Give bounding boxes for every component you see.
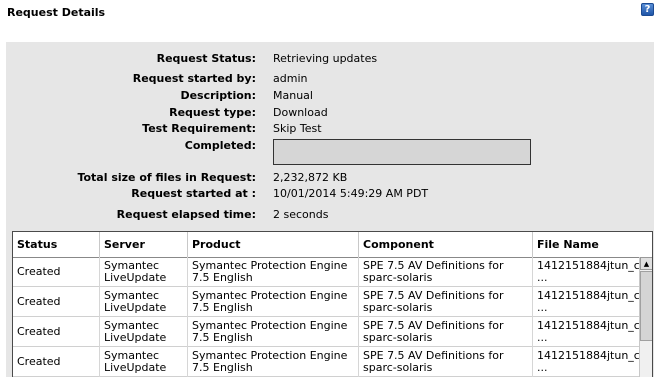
component-line: sparc-solaris [363, 331, 433, 344]
product-line: 7.5 English [192, 271, 253, 284]
server-line: LiveUpdate [104, 271, 167, 284]
file-name-line: 1412151884jtun_csa [537, 289, 639, 302]
elapsed-time-value: 2 seconds [273, 208, 329, 221]
request-started-at-row: Request started at : [0, 187, 256, 201]
request-type-row: Request type: [0, 106, 256, 120]
component-line: sparc-solaris [363, 301, 433, 314]
file-name-line: ... [537, 361, 548, 374]
file-name-line: ... [537, 301, 548, 314]
product-cell: Symantec Protection Engine 7.5 English [188, 317, 359, 347]
table-header: Status Server Product Component File Nam… [13, 232, 652, 258]
request-status-value: Retrieving updates [273, 52, 378, 65]
server-line: LiveUpdate [104, 361, 167, 374]
column-header-server[interactable]: Server [100, 232, 188, 257]
product-cell: Symantec Protection Engine 7.5 English [188, 347, 359, 377]
scrollbar-thumb[interactable] [640, 271, 652, 341]
total-size-row: Total size of files in Request: [0, 171, 256, 185]
file-name-line: ... [537, 331, 548, 344]
table-row[interactable]: Created Symantec LiveUpdate Symantec Prot… [13, 347, 639, 377]
request-started-at-label: Request started at : [131, 187, 256, 200]
component-cell: SPE 7.5 AV Definitions for sparc-solaris [359, 317, 533, 347]
file-name-line: 1412151884jtun_csa [537, 319, 639, 332]
server-cell: Symantec LiveUpdate [100, 257, 188, 287]
column-header-file-name[interactable]: File Name [533, 232, 652, 257]
status-cell: Created [13, 287, 100, 317]
request-status-label: Request Status: [156, 52, 256, 65]
file-name-cell: 1412151884jtun_csa... [533, 317, 639, 347]
request-started-at-value: 10/01/2014 5:49:29 AM PDT [273, 187, 429, 200]
completed-row: Completed: [0, 139, 256, 153]
product-cell: Symantec Protection Engine 7.5 English [188, 257, 359, 287]
request-started-by-row: Request started by: [0, 72, 256, 86]
completed-progress-bar [273, 139, 531, 165]
component-cell: SPE 7.5 AV Definitions for sparc-solaris [359, 347, 533, 377]
request-status-row: Request Status: [0, 52, 256, 66]
component-cell: SPE 7.5 AV Definitions for sparc-solaris [359, 257, 533, 287]
description-row: Description: [0, 89, 256, 103]
vertical-scrollbar[interactable]: ▲ [639, 257, 652, 377]
elapsed-time-row: Request elapsed time: [0, 208, 256, 222]
product-line: 7.5 English [192, 361, 253, 374]
server-line: LiveUpdate [104, 331, 167, 344]
server-line: LiveUpdate [104, 301, 167, 314]
request-started-by-value: admin [273, 72, 308, 85]
request-type-value: Download [273, 106, 328, 119]
file-name-cell: 1412151884jtun_csa... [533, 347, 639, 377]
table-row[interactable]: Created Symantec LiveUpdate Symantec Prot… [13, 257, 639, 287]
completed-label: Completed: [184, 139, 256, 152]
test-requirement-row: Test Requirement: [0, 122, 256, 136]
component-line: sparc-solaris [363, 361, 433, 374]
page-title: Request Details [7, 6, 106, 19]
total-size-value: 2,232,872 KB [273, 171, 348, 184]
server-cell: Symantec LiveUpdate [100, 317, 188, 347]
product-line: 7.5 English [192, 331, 253, 344]
product-cell: Symantec Protection Engine 7.5 English [188, 287, 359, 317]
scroll-up-arrow-icon[interactable]: ▲ [640, 257, 652, 270]
file-name-cell: 1412151884jtun_csa... [533, 257, 639, 287]
column-header-product[interactable]: Product [188, 232, 359, 257]
files-table: Status Server Product Component File Nam… [12, 231, 653, 377]
status-cell: Created [13, 257, 100, 287]
status-cell: Created [13, 347, 100, 377]
file-name-line: 1412151884jtun_csa [537, 259, 639, 272]
test-requirement-label: Test Requirement: [142, 122, 256, 135]
request-started-by-label: Request started by: [132, 72, 256, 85]
column-header-component[interactable]: Component [359, 232, 533, 257]
file-name-line: 1412151884jtun_csa [537, 349, 639, 362]
server-cell: Symantec LiveUpdate [100, 287, 188, 317]
server-cell: Symantec LiveUpdate [100, 347, 188, 377]
elapsed-time-label: Request elapsed time: [116, 208, 256, 221]
total-size-label: Total size of files in Request: [77, 171, 256, 184]
column-header-status[interactable]: Status [13, 232, 100, 257]
table-row[interactable]: Created Symantec LiveUpdate Symantec Prot… [13, 317, 639, 347]
description-label: Description: [180, 89, 256, 102]
product-line: 7.5 English [192, 301, 253, 314]
table-row[interactable]: Created Symantec LiveUpdate Symantec Prot… [13, 287, 639, 317]
request-type-label: Request type: [169, 106, 256, 119]
file-name-line: ... [537, 271, 548, 284]
test-requirement-value: Skip Test [273, 122, 322, 135]
help-icon[interactable]: ? [641, 3, 654, 16]
component-line: sparc-solaris [363, 271, 433, 284]
status-cell: Created [13, 317, 100, 347]
description-value: Manual [273, 89, 313, 102]
file-name-cell: 1412151884jtun_csa... [533, 287, 639, 317]
component-cell: SPE 7.5 AV Definitions for sparc-solaris [359, 287, 533, 317]
